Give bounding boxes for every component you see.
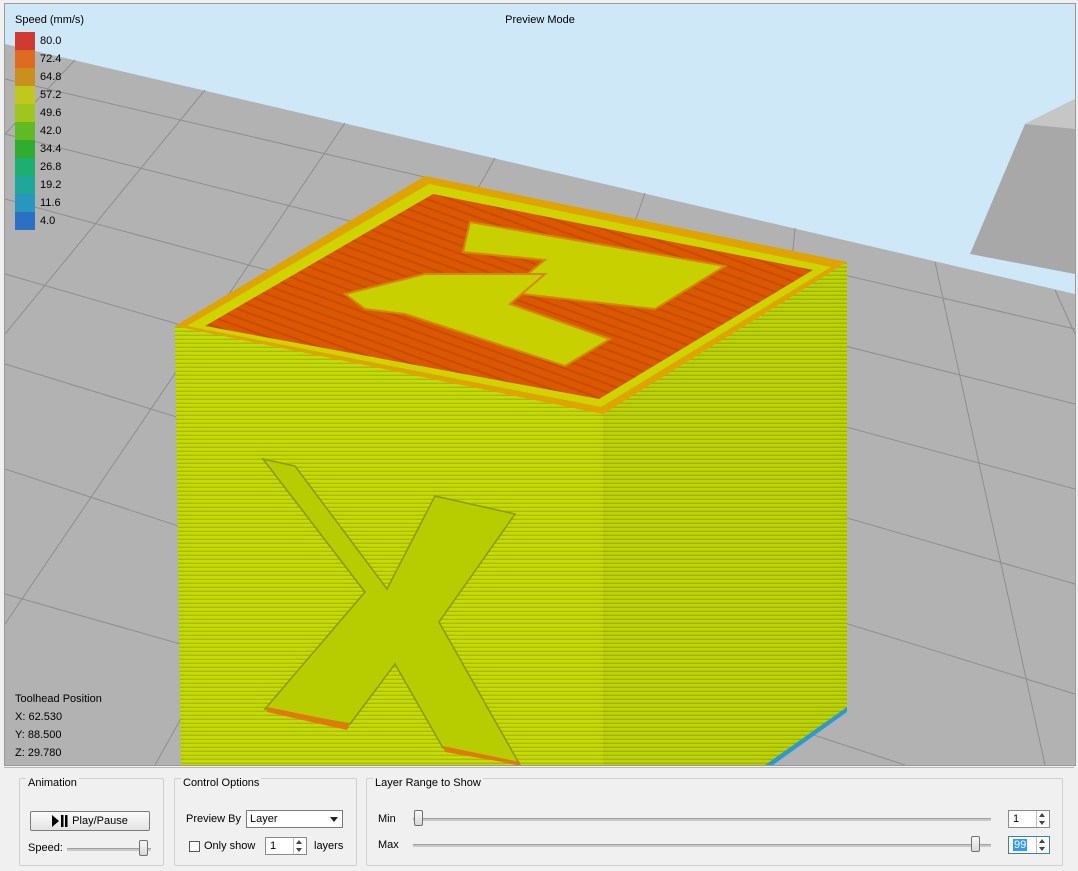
preview-by-label: Preview By	[186, 813, 242, 825]
toolhead-x: X: 62.530	[15, 711, 63, 723]
spin-down-icon[interactable]	[1039, 821, 1045, 825]
legend-swatch	[15, 68, 35, 86]
spin-up-icon[interactable]	[1039, 813, 1045, 817]
animation-group: Animation Play/Pause Speed:	[19, 777, 164, 866]
min-label: Min	[378, 813, 396, 825]
play-pause-button[interactable]: Play/Pause	[30, 811, 150, 831]
only-show-checkbox[interactable]	[189, 841, 200, 852]
layer-range-title: Layer Range to Show	[373, 777, 483, 789]
legend-value: 72.4	[40, 53, 62, 65]
spin-up-icon[interactable]	[296, 840, 302, 844]
chevron-down-icon	[330, 817, 338, 822]
min-layer-spinbox[interactable]: 1	[1008, 810, 1050, 828]
spin-down-icon[interactable]	[1039, 847, 1045, 851]
legend-value: 42.0	[40, 125, 62, 137]
legend-swatch	[15, 86, 35, 104]
speed-label: Speed:	[28, 842, 63, 854]
preview-by-value: Layer	[250, 813, 278, 825]
legend-swatch	[15, 212, 35, 230]
spin-up-icon[interactable]	[1039, 839, 1045, 843]
legend-value: 64.8	[40, 71, 62, 83]
legend-swatch	[15, 122, 35, 140]
toolhead-y: Y: 88.500	[15, 729, 62, 741]
min-layer-slider-thumb[interactable]	[414, 810, 423, 826]
play-pause-label: Play/Pause	[72, 815, 128, 827]
only-show-layers-value: 1	[270, 840, 277, 852]
only-show-label: Only show	[204, 840, 256, 852]
control-options-title: Control Options	[181, 777, 262, 789]
max-layer-value: 99	[1013, 839, 1028, 851]
spin-buttons[interactable]	[1036, 837, 1049, 853]
min-layer-value: 1	[1013, 813, 1020, 825]
max-layer-slider[interactable]	[413, 844, 991, 847]
spin-buttons[interactable]	[293, 838, 306, 854]
legend-value: 19.2	[40, 179, 62, 191]
max-layer-spinbox[interactable]: 99	[1008, 836, 1050, 854]
3d-print-preview-scene[interactable]	[5, 4, 1075, 765]
animation-group-title: Animation	[26, 777, 79, 789]
toolhead-position: Toolhead Position X: 62.530 Y: 88.500 Z:…	[15, 690, 102, 762]
preview-mode-title: Preview Mode	[505, 14, 575, 26]
preview-by-select[interactable]: Layer	[246, 810, 343, 828]
toolhead-title: Toolhead Position	[15, 693, 102, 705]
legend-swatch	[15, 50, 35, 68]
legend-value: 80.0	[40, 35, 62, 47]
layers-label: layers	[314, 840, 344, 852]
preview-viewport[interactable]: Preview Mode Speed (mm/s) 80.0 72.4 64.8 57…	[4, 3, 1076, 766]
legend-swatch	[15, 176, 35, 194]
legend-value: 11.6	[40, 197, 61, 209]
legend-swatch	[15, 158, 35, 176]
max-layer-slider-thumb[interactable]	[971, 836, 980, 852]
min-layer-slider[interactable]	[413, 818, 991, 821]
max-label: Max	[378, 839, 399, 851]
legend-value: 26.8	[40, 161, 62, 173]
control-panel: Animation Play/Pause Speed: Control Opti…	[4, 767, 1074, 871]
spin-buttons[interactable]	[1036, 811, 1049, 827]
legend-value: 49.6	[40, 107, 62, 119]
legend-value: 57.2	[40, 89, 62, 101]
play-pause-icon	[52, 815, 68, 827]
speed-legend-title: Speed (mm/s)	[15, 14, 85, 26]
legend-swatch	[15, 104, 35, 122]
speed-slider-thumb[interactable]	[139, 840, 148, 856]
legend-swatch	[15, 140, 35, 158]
legend-swatch	[15, 194, 35, 212]
legend-swatch	[15, 32, 35, 50]
layer-range-group: Layer Range to Show Min 1 Max 99	[366, 777, 1063, 866]
only-show-layers-spinbox[interactable]: 1	[265, 837, 307, 855]
toolhead-z: Z: 29.780	[15, 747, 62, 759]
spin-down-icon[interactable]	[296, 848, 302, 852]
legend-value: 34.4	[40, 143, 62, 155]
control-options-group: Control Options Preview By Layer Only sh…	[174, 777, 357, 866]
legend-value: 4.0	[40, 215, 56, 227]
